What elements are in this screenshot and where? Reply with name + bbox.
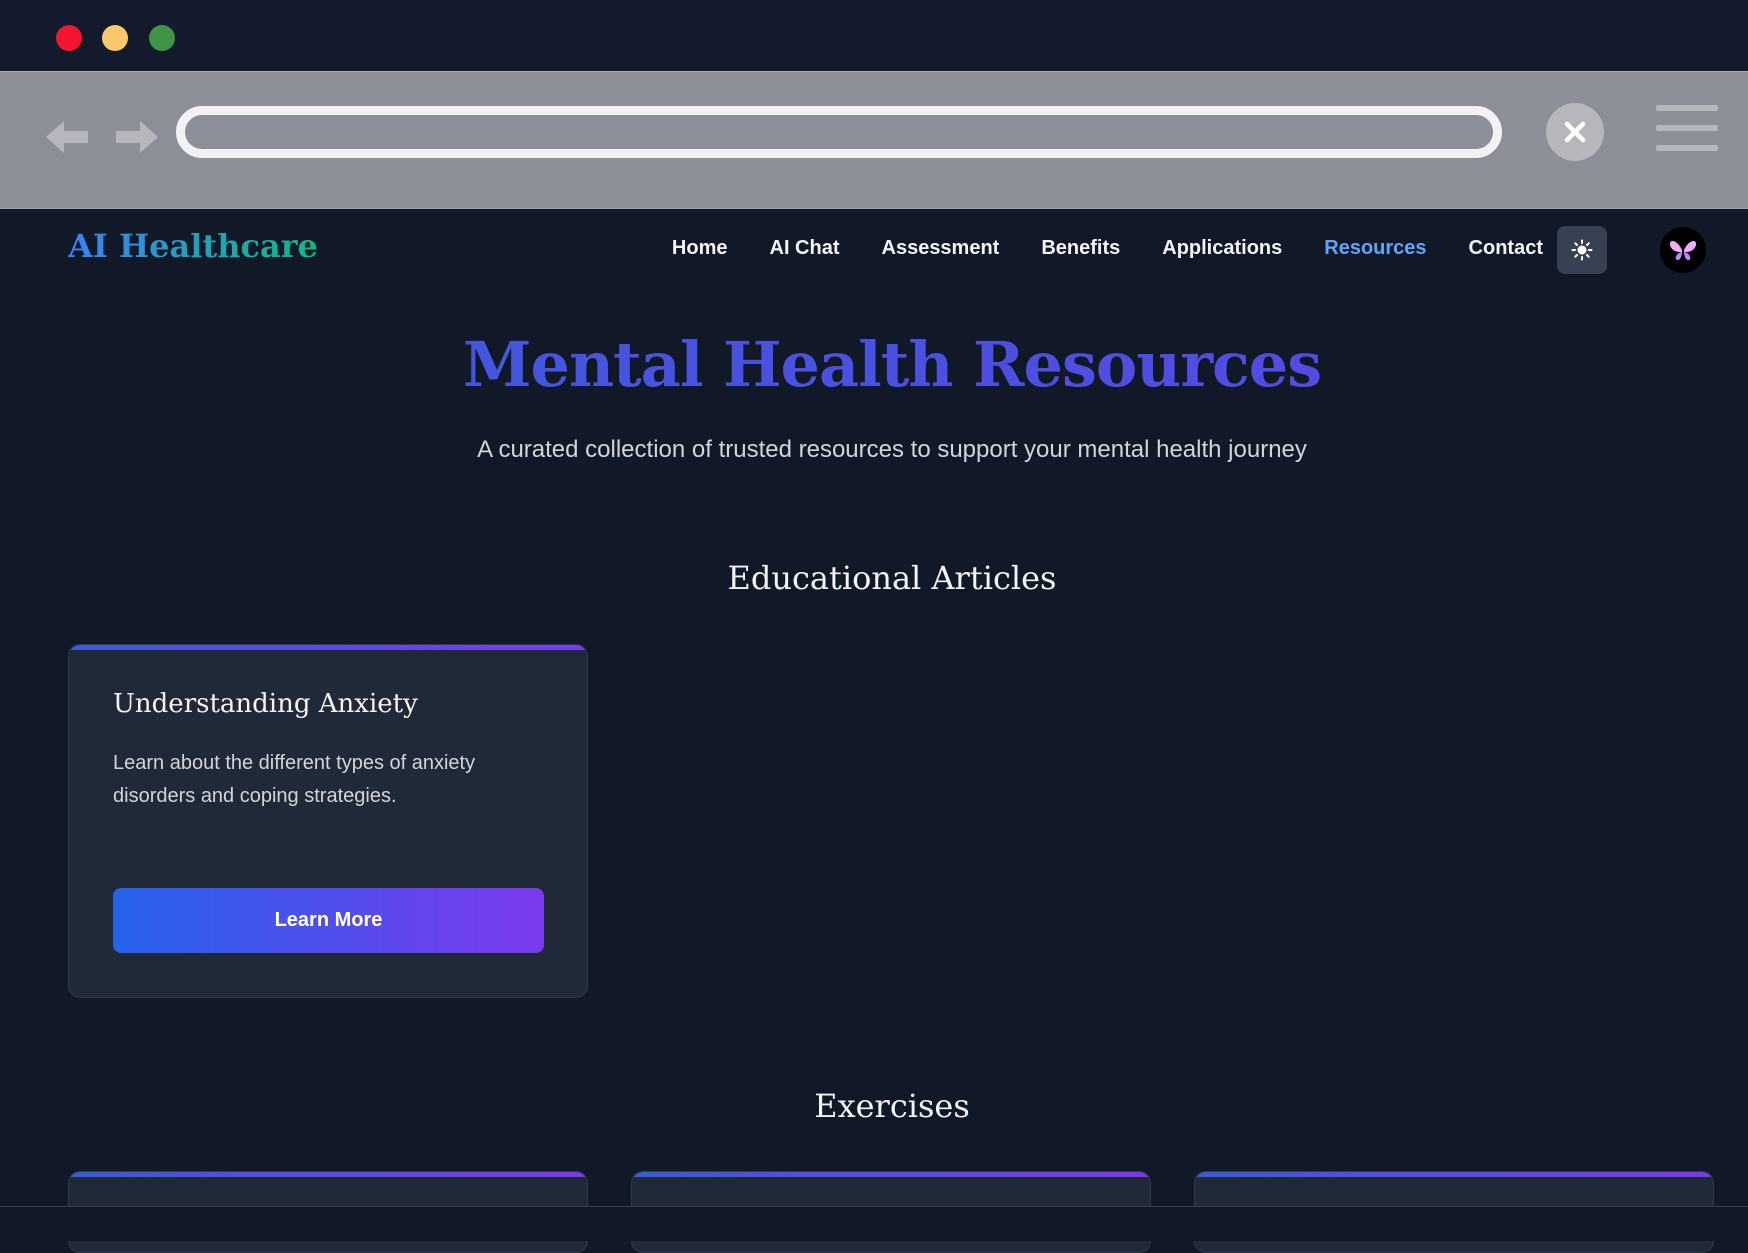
nav-contact[interactable]: Contact — [1469, 237, 1543, 260]
minimize-window-button[interactable] — [102, 25, 128, 51]
main-nav: Home AI Chat Assessment Benefits Applica… — [672, 237, 1543, 260]
page-subtitle: A curated collection of trusted resource… — [477, 436, 1307, 463]
nav-assessment[interactable]: Assessment — [882, 237, 1000, 260]
close-icon — [1564, 121, 1586, 143]
theme-toggle-button[interactable] — [1557, 226, 1607, 274]
section-title-exercises: Exercises — [814, 1087, 970, 1125]
sun-icon — [1571, 239, 1593, 261]
maximize-window-button[interactable] — [149, 25, 175, 51]
browser-toolbar — [0, 71, 1748, 209]
site-logo[interactable]: AI Healthcare — [68, 227, 318, 265]
card-title: Understanding Anxiety — [113, 689, 418, 719]
card-description: Learn about the different types of anxie… — [113, 752, 476, 807]
hamburger-menu-icon[interactable] — [1656, 105, 1718, 151]
nav-resources[interactable]: Resources — [1324, 237, 1426, 260]
nav-applications[interactable]: Applications — [1162, 237, 1282, 260]
close-window-button[interactable] — [56, 25, 82, 51]
nav-home[interactable]: Home — [672, 237, 728, 260]
butterfly-icon — [1669, 241, 1697, 261]
article-card: Understanding Anxiety Learn about the di… — [68, 644, 588, 998]
close-tab-button[interactable] — [1546, 103, 1604, 161]
section-title-articles: Educational Articles — [727, 559, 1057, 597]
forward-arrow-icon[interactable] — [112, 112, 162, 162]
address-bar[interactable] — [176, 106, 1502, 158]
nav-ai-chat[interactable]: AI Chat — [770, 237, 840, 260]
learn-more-button[interactable]: Learn More — [113, 888, 544, 953]
window-bottom-edge — [0, 1206, 1748, 1241]
avatar[interactable] — [1660, 227, 1706, 273]
window-titlebar — [0, 0, 1748, 71]
site-header: AI Healthcare Home AI Chat Assessment Be… — [0, 207, 1748, 293]
nav-benefits[interactable]: Benefits — [1041, 237, 1120, 260]
back-arrow-icon[interactable] — [42, 112, 92, 162]
page-title: Mental Health Resources — [0, 328, 1748, 401]
